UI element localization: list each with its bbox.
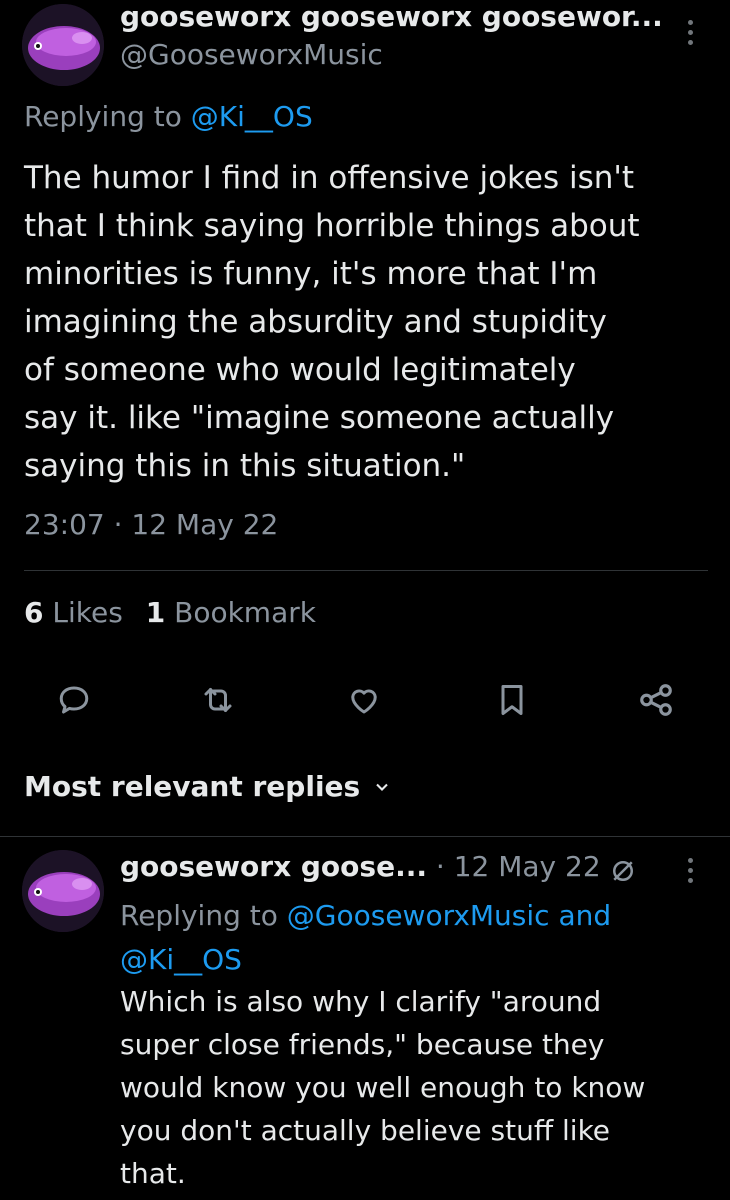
bookmark-icon [501, 685, 523, 715]
reply-icon [59, 686, 89, 714]
reply-text-line: would know you well enough to know [120, 1071, 646, 1104]
reply-replying-to: Replying to @GooseworxMusic and @Ki__OS [120, 894, 720, 982]
reply-text: Which is also why I clarify "around supe… [120, 980, 720, 1195]
mention-link[interactable]: @Ki__OS [191, 100, 313, 133]
reply-display-name[interactable]: gooseworx goose... [120, 850, 427, 883]
tweet-text-line: imagining the absurdity and stupidity [24, 304, 607, 340]
reply-text-line: that. [120, 1157, 186, 1190]
bookmarks-count: 1 [145, 596, 166, 629]
divider [24, 570, 708, 571]
tweet-stats: 6 Likes 1 Bookmark [24, 596, 316, 629]
tweet-text-line: The humor I find in offensive jokes isn'… [24, 160, 635, 196]
divider [0, 836, 730, 837]
reply-date[interactable]: · 12 May 22 [436, 850, 601, 883]
tweet-text-line: minorities is funny, it's more that I'm [24, 256, 598, 292]
tweet-text-line: say it. like "imagine someone actually [24, 400, 615, 436]
tweet-text-line: of someone who would legitimately [24, 352, 576, 388]
tweet-text: The humor I find in offensive jokes isn'… [24, 154, 714, 490]
replies-sort-label: Most relevant replies [24, 770, 361, 803]
mention-link[interactable]: @Ki__OS [120, 943, 242, 976]
bookmarks-label: Bookmark [174, 596, 316, 629]
user-handle[interactable]: @GooseworxMusic [120, 38, 383, 71]
edited-indicator-icon[interactable] [608, 856, 638, 886]
tweet-text-line: saying this in this situation." [24, 448, 466, 484]
tweet-text-line: that I think saying horrible things abou… [24, 208, 640, 244]
like-button[interactable] [342, 678, 386, 722]
share-icon [640, 684, 672, 716]
mention-joiner: and [558, 899, 612, 932]
retweet-icon [204, 688, 232, 712]
tweet-timestamp[interactable]: 23:07 · 12 May 22 [24, 508, 278, 541]
more-options-icon[interactable] [688, 20, 696, 50]
bookmark-button[interactable] [490, 678, 534, 722]
replying-to-label: Replying to [24, 100, 182, 133]
replies-sort-dropdown[interactable]: Most relevant replies [24, 770, 392, 803]
chevron-down-icon [376, 783, 388, 791]
reply-text-line: you don't actually believe stuff like [120, 1114, 611, 1147]
reply-button[interactable] [52, 678, 96, 722]
replying-to-line: Replying to @Ki__OS [24, 100, 313, 133]
retweet-button[interactable] [196, 678, 240, 722]
avatar[interactable] [22, 850, 104, 932]
bookmarks-stat[interactable]: 1 Bookmark [146, 596, 316, 629]
share-button[interactable] [634, 678, 678, 722]
more-options-icon[interactable] [688, 858, 696, 888]
reply-header: gooseworx goose... · 12 May 22 [120, 850, 601, 883]
likes-count: 6 [24, 596, 44, 629]
reply-text-line: Which is also why I clarify "around [120, 985, 602, 1018]
display-name[interactable]: gooseworx gooseworx goosewor... [120, 0, 663, 33]
reply-text-line: super close friends," because they [120, 1028, 605, 1061]
replying-to-label: Replying to [120, 899, 278, 932]
likes-stat[interactable]: 6 Likes [24, 596, 132, 629]
avatar[interactable] [22, 4, 104, 86]
mention-link[interactable]: @GooseworxMusic [287, 899, 550, 932]
like-icon [351, 689, 377, 714]
likes-label: Likes [52, 596, 123, 629]
